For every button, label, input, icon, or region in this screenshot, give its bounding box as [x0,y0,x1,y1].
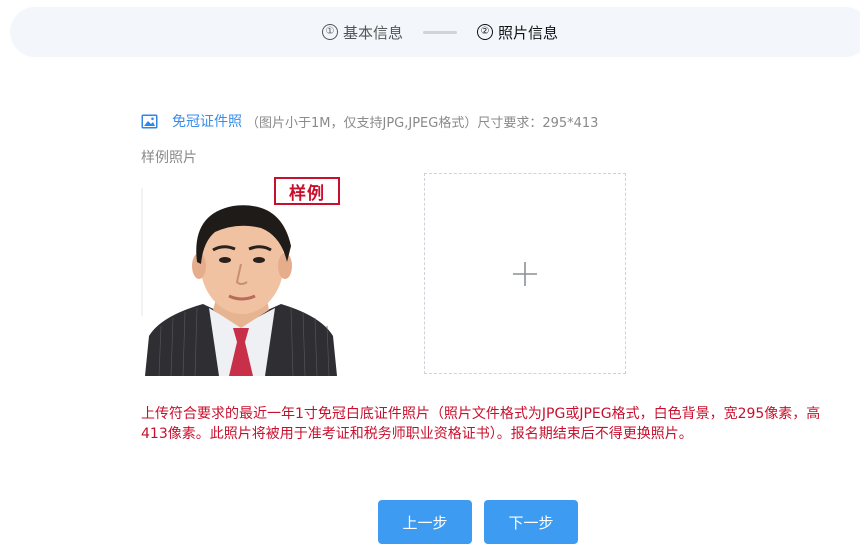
image-icon [141,114,158,128]
step-label-basic-info: 基本信息 [342,23,403,42]
upload-hint: （图片小于1M，仅支持JPG,JPEG格式）尺寸要求：295*413 [246,115,599,131]
prev-step-button[interactable]: 上一步 [378,500,472,544]
sample-label: 样例照片 [141,150,197,166]
next-step-button[interactable]: 下一步 [484,500,578,544]
step-label-photo-info: 照片信息 [498,23,559,42]
step-number-2: ② [477,24,493,40]
step-photo-info[interactable]: ② 照片信息 [477,22,558,43]
photo-upload-box[interactable] [424,173,626,374]
upload-title-row: 免冠证件照 （图片小于1M，仅支持JPG,JPEG格式）尺寸要求：295*413 [141,110,598,132]
upload-title: 免冠证件照 [172,114,242,130]
sample-photo [141,176,345,376]
upload-notice: 上传符合要求的最近一年1寸免冠白底证件照片（照片文件格式为JPG或JPEG格式，… [141,406,821,442]
sample-stamp: 样例 [274,177,340,205]
step-connector [423,30,457,34]
step-number-1: ① [321,24,338,40]
plus-icon [513,261,537,286]
stepper: ① 基本信息 ② 照片信息 [10,7,860,57]
step-basic-info[interactable]: ① 基本信息 [321,22,403,43]
